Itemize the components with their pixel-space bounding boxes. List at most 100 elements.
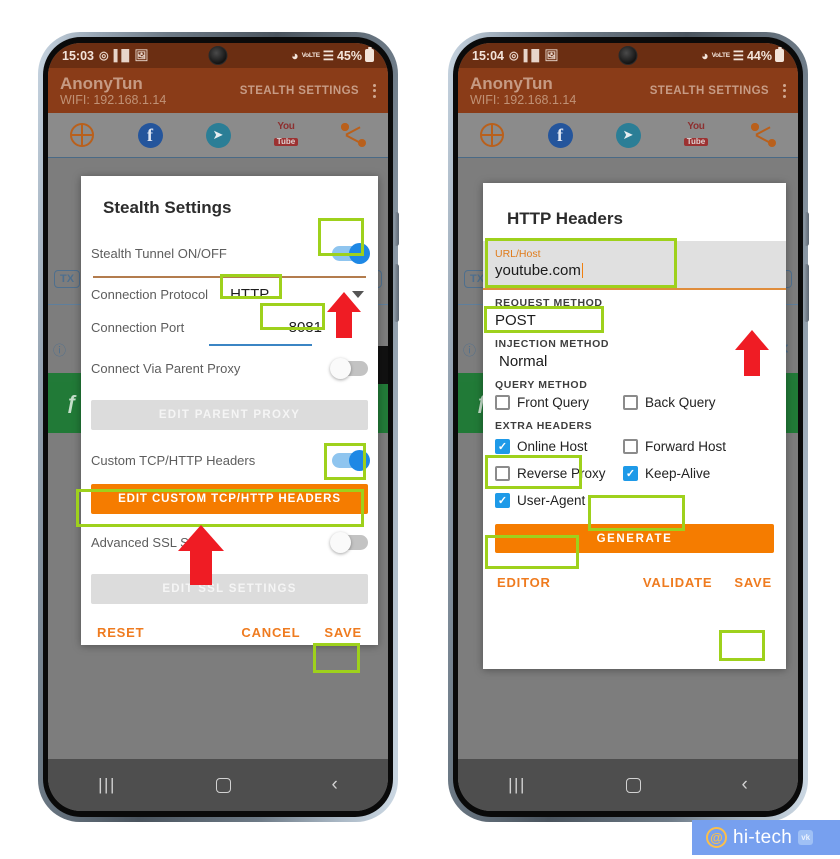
watermark: @ hi-tech vk — [692, 820, 840, 855]
url-host-label: URL/Host — [495, 248, 541, 260]
checkbox-icon[interactable] — [623, 439, 638, 454]
power-button[interactable] — [394, 264, 399, 322]
checkbox-icon[interactable]: ✓ — [623, 466, 638, 481]
url-host-input[interactable]: youtube.com — [495, 262, 774, 279]
stealth-settings-action[interactable]: STEALTH SETTINGS — [650, 85, 769, 97]
globe-icon[interactable] — [69, 122, 96, 149]
generate-button[interactable]: GENERATE — [495, 524, 774, 553]
share-icon[interactable] — [341, 122, 368, 149]
status-bar: 15:03 ◎ ▌█ 🖼 ◕ VoLTE ☰ 45% — [48, 43, 388, 68]
facebook-icon[interactable]: f — [547, 122, 574, 149]
telegram-icon[interactable]: ➤ — [615, 122, 642, 149]
power-button[interactable] — [804, 264, 809, 322]
edit-ssl-button: EDIT SSL SETTINGS — [91, 573, 368, 604]
save-button[interactable]: SAVE — [734, 575, 772, 590]
save-button[interactable]: SAVE — [324, 625, 362, 640]
info-icon: ⓘ — [53, 343, 67, 358]
kebab-menu-icon[interactable] — [373, 83, 376, 98]
app-bar-titles: AnonyTun WIFI: 192.168.1.14 — [470, 74, 576, 107]
stealth-tunnel-label: Stealth Tunnel ON/OFF — [91, 245, 227, 261]
app-bar: AnonyTun WIFI: 192.168.1.14 STEALTH SETT… — [48, 68, 388, 113]
shortcut-icon-row: f ➤ You Tube — [458, 113, 798, 158]
battery-icon — [365, 47, 374, 62]
telegram-icon[interactable]: ➤ — [205, 122, 232, 149]
at-icon: @ — [706, 827, 727, 848]
vk-icon: vk — [798, 830, 814, 845]
screen-right: 15:04 ◎ ▌█ 🖼 ◕ VoLTE ☰ 44% AnonyTun WIFI… — [458, 43, 798, 811]
custom-headers-toggle[interactable] — [332, 450, 370, 471]
ssl-toggle[interactable] — [330, 532, 368, 553]
extra-headers-row-1: ✓ Online Host Forward Host — [483, 433, 786, 460]
stealth-tunnel-toggle[interactable] — [332, 242, 370, 264]
connection-port-input[interactable]: 8081 — [289, 319, 322, 336]
camera-icon: ◎ — [98, 50, 109, 62]
phone-right: 15:04 ◎ ▌█ 🖼 ◕ VoLTE ☰ 44% AnonyTun WIFI… — [448, 32, 809, 822]
volume-button[interactable] — [804, 212, 809, 246]
reset-button[interactable]: RESET — [97, 625, 144, 640]
dialog-actions: EDITOR VALIDATE SAVE — [483, 561, 786, 603]
youtube-icon[interactable]: You Tube — [683, 122, 710, 149]
checkbox-label: Keep-Alive — [645, 466, 711, 481]
watermark-text: hi-tech — [733, 826, 793, 848]
checkbox-icon[interactable] — [623, 395, 638, 410]
status-time: 15:04 — [472, 48, 504, 63]
cancel-button[interactable]: CANCEL — [241, 625, 300, 640]
dialog-title: HTTP Headers — [507, 209, 623, 228]
dialog-title: Stealth Settings — [103, 198, 232, 217]
checkbox-forward-host[interactable]: Forward Host — [623, 439, 726, 454]
android-navigation-bar: ||| ‹ — [458, 759, 798, 811]
battery-icon — [775, 47, 784, 62]
url-host-field[interactable]: URL/Host youtube.com — [483, 241, 786, 290]
front-camera-punchhole — [208, 46, 228, 65]
signal-bars-icon: ☰ — [322, 49, 334, 63]
kebab-menu-icon[interactable] — [783, 83, 786, 98]
parent-proxy-toggle[interactable] — [330, 358, 368, 379]
recents-button[interactable]: ||| — [508, 775, 526, 795]
phone-bezel-right: 15:04 ◎ ▌█ 🖼 ◕ VoLTE ☰ 44% AnonyTun WIFI… — [453, 37, 803, 817]
stealth-tunnel-row: Stealth Tunnel ON/OFF — [81, 232, 378, 274]
checkbox-user-agent[interactable]: ✓ User-Agent — [495, 493, 619, 508]
editor-button[interactable]: EDITOR — [497, 575, 551, 590]
checkbox-icon[interactable]: ✓ — [495, 439, 510, 454]
connection-protocol-value[interactable]: HTTP — [216, 286, 269, 303]
arrow-protocol-dropdown — [327, 292, 361, 338]
edit-custom-headers-button[interactable]: EDIT CUSTOM TCP/HTTP HEADERS — [91, 483, 368, 514]
checkbox-reverse-proxy[interactable]: Reverse Proxy — [495, 466, 619, 481]
validate-button[interactable]: VALIDATE — [643, 575, 712, 590]
edit-parent-proxy-button: EDIT PARENT PROXY — [91, 399, 368, 430]
share-icon[interactable] — [751, 122, 778, 149]
home-icon[interactable] — [626, 777, 642, 793]
checkbox-online-host[interactable]: ✓ Online Host — [495, 439, 619, 454]
checkbox-back-query[interactable]: Back Query — [623, 395, 716, 410]
checkbox-icon[interactable] — [495, 395, 510, 410]
phone-left: 15:03 ◎ ▌█ 🖼 ◕ VoLTE ☰ 45% AnonyTun WIFI… — [38, 32, 399, 822]
app-subtitle: WIFI: 192.168.1.14 — [470, 93, 577, 108]
stealth-settings-action[interactable]: STEALTH SETTINGS — [240, 85, 359, 97]
query-method-options: Front Query Back Query — [483, 392, 786, 413]
shortcut-icon-row: f ➤ You Tube — [48, 113, 388, 158]
recents-button[interactable]: ||| — [98, 775, 116, 795]
status-bar: 15:04 ◎ ▌█ 🖼 ◕ VoLTE ☰ 44% — [458, 43, 798, 68]
screen-left: 15:03 ◎ ▌█ 🖼 ◕ VoLTE ☰ 45% AnonyTun WIFI… — [48, 43, 388, 811]
back-button[interactable]: ‹ — [331, 774, 337, 796]
extra-headers-label: EXTRA HEADERS — [495, 420, 593, 432]
facebook-icon[interactable]: f — [137, 122, 164, 149]
extra-headers-row-2: Reverse Proxy ✓ Keep-Alive — [483, 460, 786, 487]
volume-button[interactable] — [394, 212, 399, 246]
request-method-value[interactable]: POST — [483, 310, 786, 331]
home-icon[interactable] — [216, 777, 232, 793]
arrow-request-method-dropdown — [735, 330, 769, 376]
checkbox-front-query[interactable]: Front Query — [495, 395, 619, 410]
youtube-icon[interactable]: You Tube — [273, 122, 300, 149]
parent-proxy-label: Connect Via Parent Proxy — [91, 361, 241, 376]
checkbox-keep-alive[interactable]: ✓ Keep-Alive — [623, 466, 710, 481]
checkbox-icon[interactable] — [495, 466, 510, 481]
generate-wrap: GENERATE — [483, 514, 786, 553]
checkbox-label: Online Host — [517, 439, 588, 454]
back-button[interactable]: ‹ — [741, 774, 747, 796]
globe-icon[interactable] — [479, 122, 506, 149]
checkbox-icon[interactable]: ✓ — [495, 493, 510, 508]
extra-headers-row-3: ✓ User-Agent — [483, 487, 786, 514]
status-bar-right: ◕ VoLTE ☰ 44% — [701, 47, 784, 63]
front-camera-punchhole — [618, 46, 638, 65]
